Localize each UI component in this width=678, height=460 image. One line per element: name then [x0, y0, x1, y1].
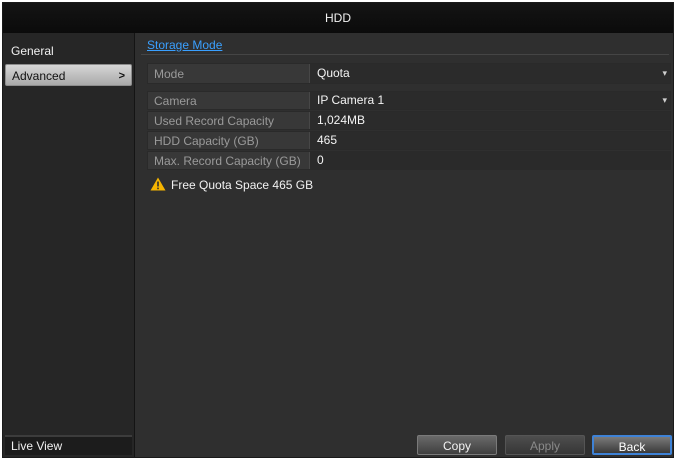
sidebar-item-general[interactable]: General — [5, 40, 132, 62]
hdd-window: HDD General Advanced > Live View Storage… — [2, 2, 674, 458]
camera-value: IP Camera 1 — [317, 93, 385, 107]
tab-storage-mode[interactable]: Storage Mode — [147, 38, 222, 52]
chevron-down-icon: ▾ — [662, 68, 667, 78]
max-record-capacity-input[interactable]: 0 — [309, 152, 670, 169]
used-record-capacity-value: 1,024MB — [309, 112, 670, 129]
free-quota-text: Free Quota Space 465 GB — [171, 178, 314, 192]
apply-button[interactable]: Apply — [505, 435, 585, 455]
sidebar-item-label: Advanced — [12, 69, 66, 83]
camera-select[interactable]: IP Camera 1 ▾ — [309, 92, 670, 109]
sidebar-item-advanced[interactable]: Advanced > — [5, 64, 132, 86]
chevron-right-icon: > — [118, 70, 125, 82]
back-button[interactable]: Back — [592, 435, 672, 455]
mode-select[interactable]: Quota ▾ — [309, 64, 670, 83]
live-view-button[interactable]: Live View — [5, 435, 132, 455]
used-record-capacity-label: Used Record Capacity — [154, 114, 275, 128]
free-quota-message: Free Quota Space 465 GB — [150, 176, 313, 194]
hdd-capacity-value: 465 — [309, 132, 670, 149]
camera-row: Camera IP Camera 1 ▾ — [147, 91, 671, 110]
warning-icon — [150, 177, 166, 191]
sidebar: General Advanced > Live View — [3, 33, 135, 457]
window-title: HDD — [3, 3, 673, 33]
chevron-down-icon: ▾ — [662, 95, 667, 105]
mode-row: Mode Quota ▾ — [147, 63, 671, 84]
copy-button[interactable]: Copy — [417, 435, 497, 455]
max-record-capacity-label: Max. Record Capacity (GB) — [154, 154, 301, 168]
tab-bar: Storage Mode — [141, 37, 669, 55]
camera-label: Camera — [154, 94, 197, 108]
main-content: Storage Mode Mode Quota ▾ Camera IP Came… — [137, 33, 673, 457]
sidebar-item-label: General — [11, 44, 54, 58]
live-view-label: Live View — [11, 439, 63, 453]
used-record-capacity-row: Used Record Capacity 1,024MB — [147, 111, 671, 130]
hdd-capacity-label: HDD Capacity (GB) — [154, 134, 259, 148]
mode-value: Quota — [317, 66, 350, 80]
max-record-capacity-row: Max. Record Capacity (GB) 0 — [147, 151, 671, 170]
hdd-capacity-row: HDD Capacity (GB) 465 — [147, 131, 671, 150]
mode-label: Mode — [154, 67, 185, 81]
